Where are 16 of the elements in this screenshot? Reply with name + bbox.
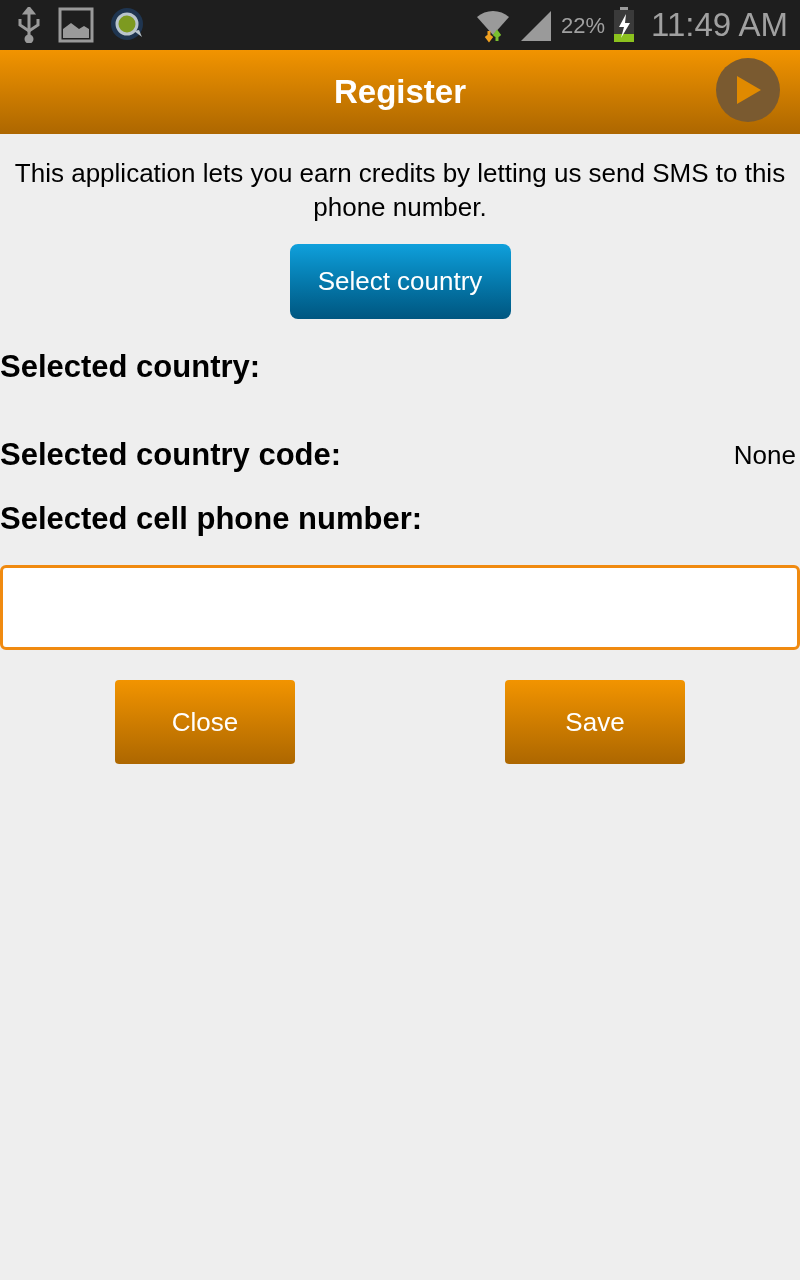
action-button[interactable]: Close — [115, 680, 295, 764]
usb-icon — [16, 7, 42, 43]
select-country-button[interactable]: Select country — [289, 244, 511, 319]
header-title: Register — [333, 72, 467, 113]
battery-percent: 22% — [560, 11, 605, 40]
image-icon — [58, 7, 94, 43]
field-label: Selected country: — [0, 347, 261, 386]
intro-text: This application lets you earn credits by letting us send SMS to this phone number. — [13, 157, 787, 224]
clock: 11:49 AM — [651, 5, 788, 46]
battery-charging-icon — [613, 7, 635, 43]
field-value: None — [733, 438, 797, 472]
field-label: Selected country code: — [0, 435, 342, 474]
action-button[interactable]: Save — [505, 680, 685, 764]
phone-number-field[interactable] — [0, 565, 800, 650]
field-label: Selected cell phone number: — [0, 499, 423, 538]
chat-bubble-icon — [110, 7, 146, 43]
